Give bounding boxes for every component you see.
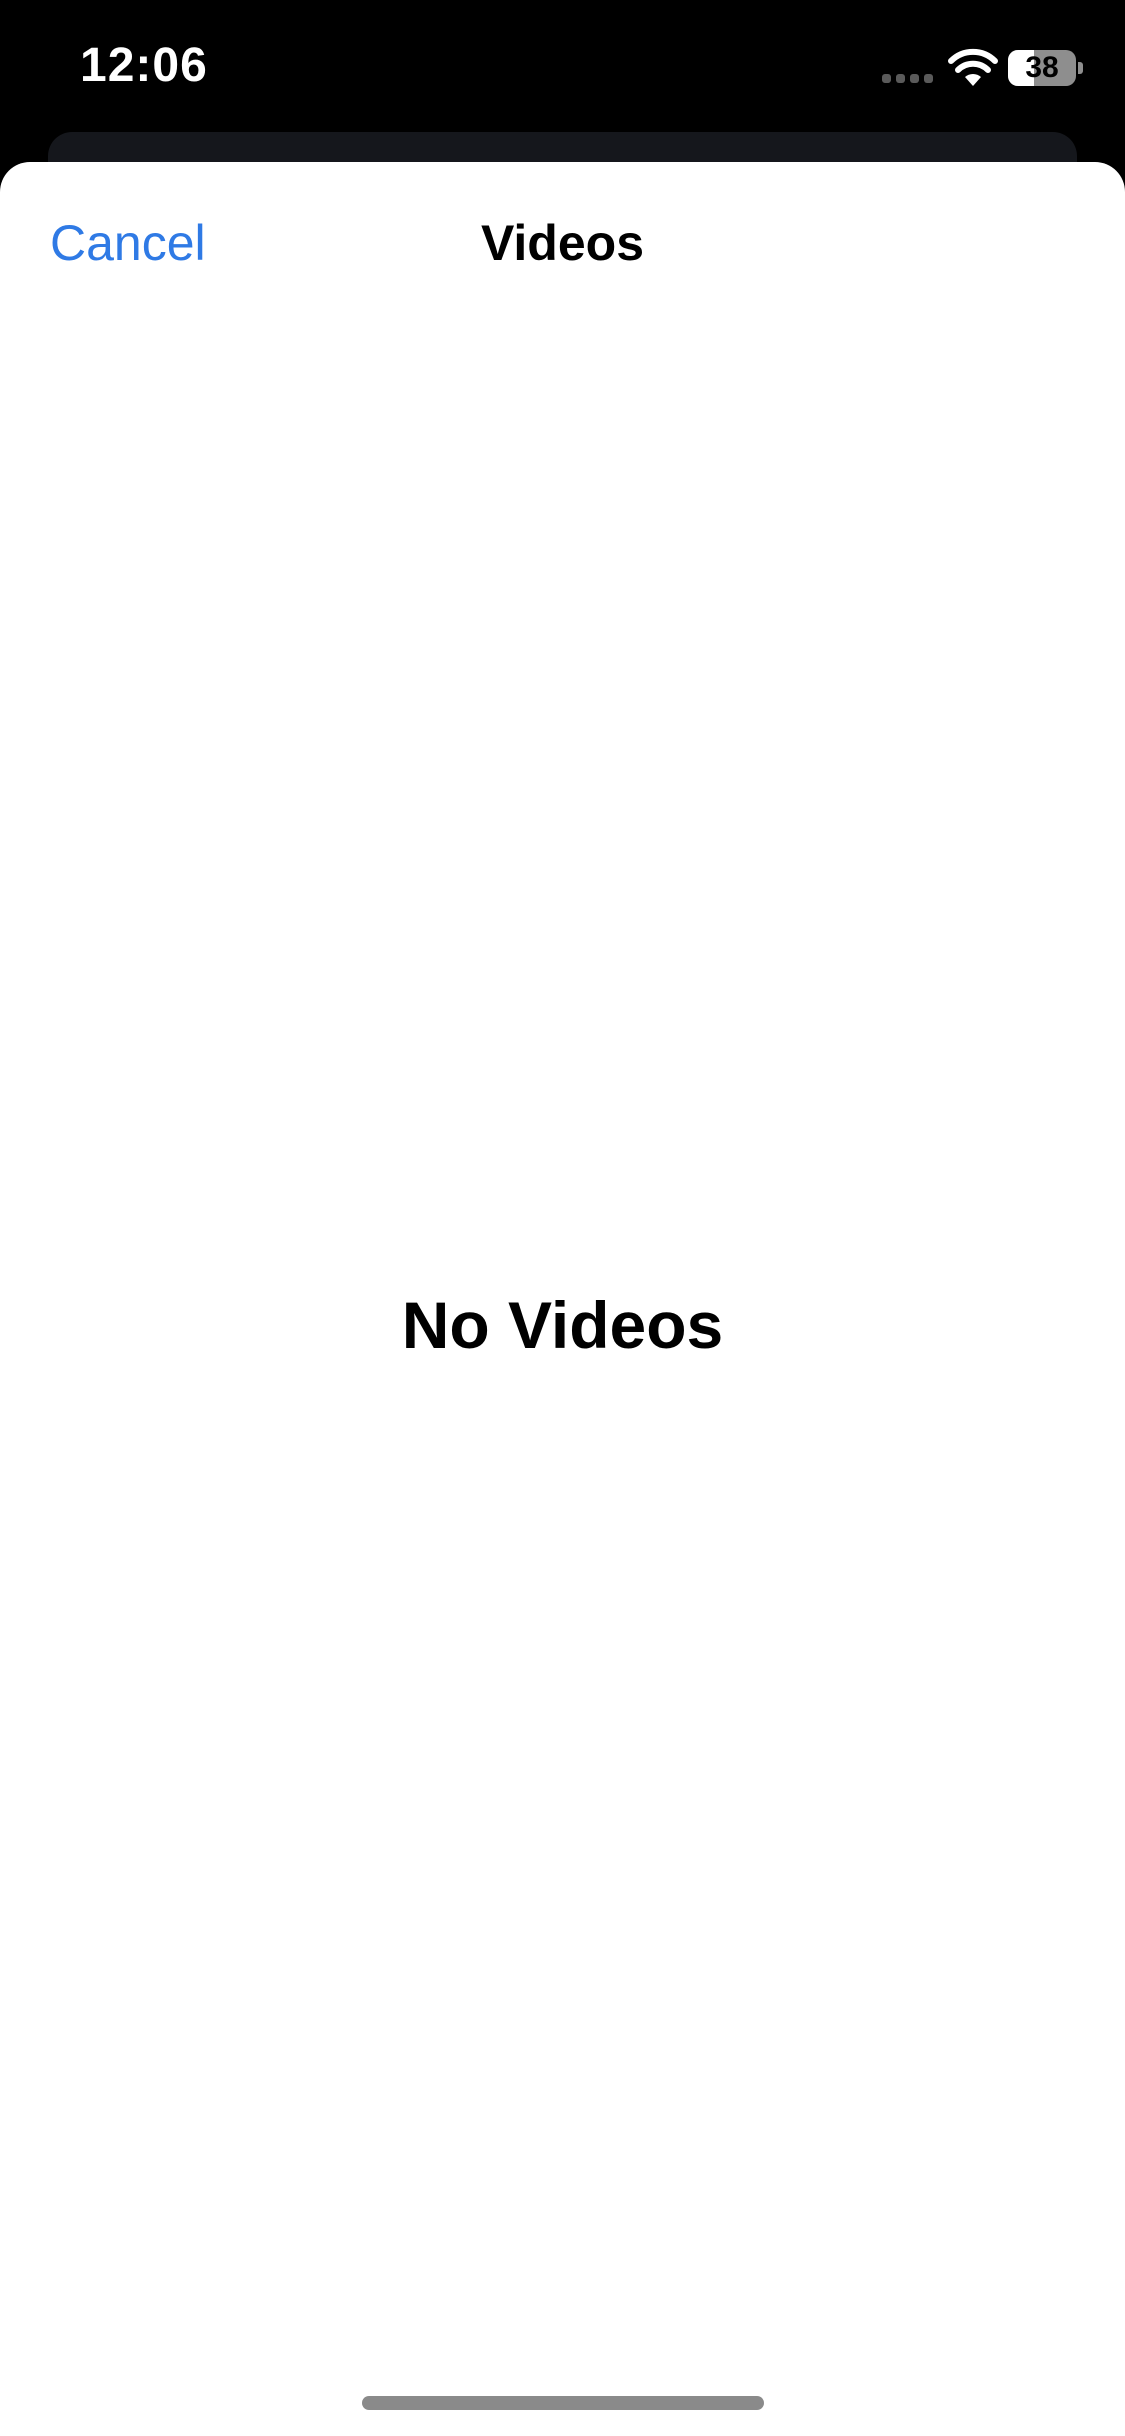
sheet-nav-bar: Cancel Videos xyxy=(0,162,1125,332)
wifi-icon xyxy=(948,48,998,86)
empty-state-message: No Videos xyxy=(401,1288,724,1362)
battery-icon: 38 xyxy=(1008,50,1076,86)
screen: 12:06 38 Cancel Videos No Videos xyxy=(0,0,1125,2436)
videos-sheet: Cancel Videos No Videos xyxy=(0,162,1125,2436)
battery-tip xyxy=(1078,62,1083,74)
status-time: 12:06 xyxy=(80,39,208,92)
sheet-title: Videos xyxy=(480,215,645,271)
status-bar: 12:06 38 xyxy=(0,0,1125,135)
home-indicator[interactable] xyxy=(362,2396,764,2410)
battery-level: 38 xyxy=(1025,51,1059,84)
cellular-signal-icon xyxy=(882,74,934,86)
